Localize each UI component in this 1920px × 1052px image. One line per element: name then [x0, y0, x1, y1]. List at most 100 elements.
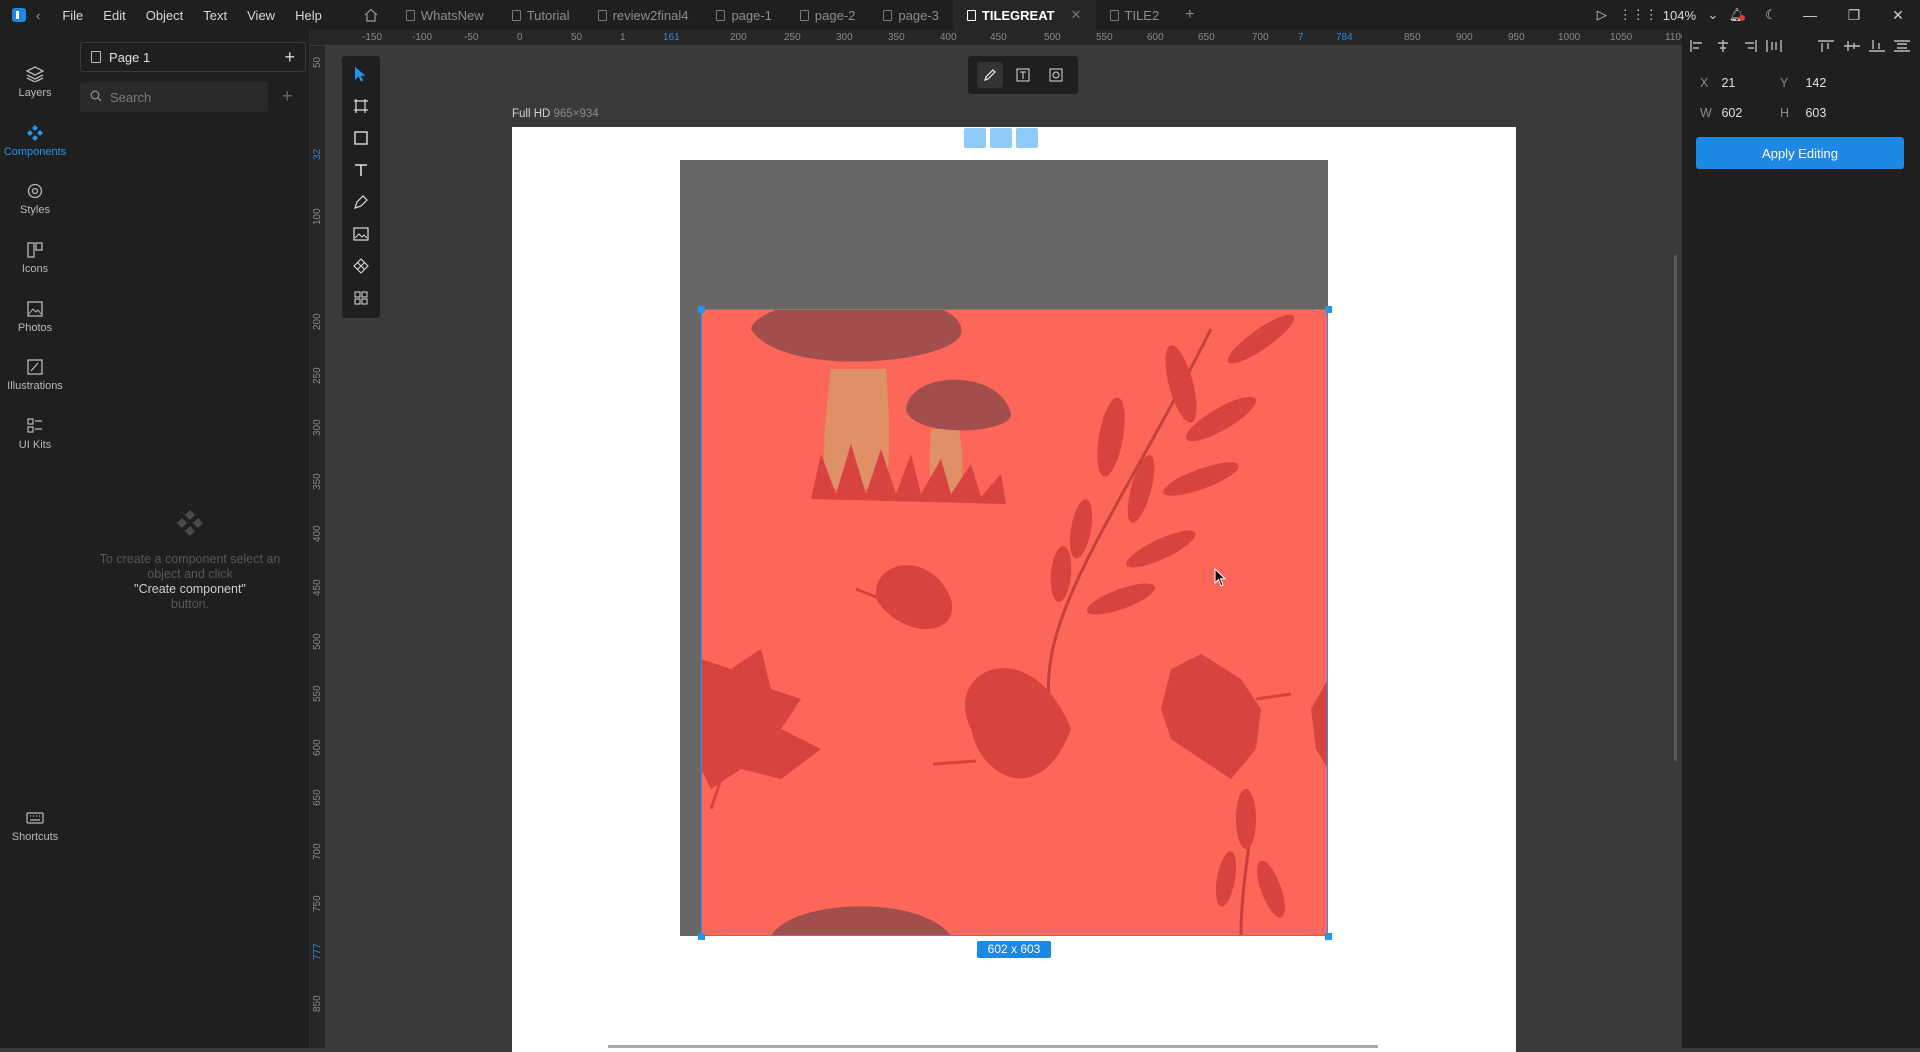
prop-x[interactable]: X 21 — [1700, 76, 1735, 90]
menu-text[interactable]: Text — [193, 8, 237, 23]
distribute-v-icon[interactable] — [1894, 40, 1910, 52]
nav-styles[interactable]: Styles — [0, 183, 70, 216]
text-frame-icon[interactable] — [1010, 62, 1036, 88]
file-icon — [966, 9, 976, 21]
nav-layers[interactable]: Layers — [0, 66, 70, 99]
align-left-icon[interactable] — [1690, 40, 1706, 52]
nav-components[interactable]: Components — [0, 125, 70, 158]
properties-panel: X 21 Y 142 W 602 H 603 Apply Editing — [1682, 30, 1920, 1048]
app-logo-icon[interactable] — [12, 8, 26, 22]
menu-help[interactable]: Help — [285, 8, 332, 23]
page-selector[interactable]: Page 1 + — [80, 42, 306, 72]
search-input[interactable] — [110, 89, 250, 105]
align-right-icon[interactable] — [1741, 40, 1757, 52]
ruler-left-tick: 700 — [312, 843, 323, 860]
components-panel: Page 1 + + To create a component select … — [70, 30, 310, 1048]
home-icon[interactable] — [350, 0, 392, 30]
align-center-h-icon[interactable] — [1715, 40, 1731, 52]
ruler-top-tick: -100 — [412, 32, 433, 43]
menu-file[interactable]: File — [52, 8, 93, 23]
tab-tile2[interactable]: TILE2 — [1096, 0, 1174, 30]
nav-shortcuts[interactable]: Shortcuts — [0, 810, 70, 843]
text-tool-icon[interactable] — [342, 154, 380, 186]
resize-handle-bl[interactable] — [698, 933, 705, 940]
add-page-icon[interactable]: + — [284, 47, 295, 68]
nav-ui-kits[interactable]: UI Kits — [0, 418, 70, 451]
resize-handle-br[interactable] — [1325, 933, 1332, 940]
edit-pencil-icon[interactable] — [977, 62, 1004, 88]
nav-label: Shortcuts — [11, 831, 59, 843]
ruler-left-tick: 650 — [312, 789, 323, 806]
crop-image-icon[interactable] — [1043, 62, 1069, 88]
prop-h-label: H — [1780, 106, 1790, 120]
align-bottom-icon[interactable] — [1868, 40, 1885, 52]
empty-text-3: button. — [170, 597, 210, 611]
nav-label: Styles — [20, 204, 50, 216]
notification-bell-icon[interactable]: 🔔︎ — [1720, 7, 1754, 23]
rectangle-tool-icon[interactable] — [342, 122, 380, 154]
align-top-icon[interactable] — [1818, 40, 1835, 52]
prop-w[interactable]: W 602 — [1700, 106, 1742, 120]
ruler-left-tick: 50 — [312, 56, 323, 68]
ruler-left-tick: 400 — [312, 525, 323, 542]
tab-close-icon[interactable]: ✕ — [1071, 7, 1082, 23]
image-tool-icon[interactable] — [342, 218, 380, 250]
menu-edit[interactable]: Edit — [93, 8, 135, 23]
zoom-chevron-down-icon[interactable]: ⌄ — [1706, 7, 1720, 23]
ruler-top-tick: 350 — [888, 32, 905, 43]
pen-tool-icon[interactable] — [342, 186, 380, 218]
prop-h-value[interactable]: 603 — [1805, 106, 1826, 120]
zoom-level[interactable]: 104% — [1653, 8, 1706, 23]
tab-page-1[interactable]: page-1 — [702, 0, 785, 30]
grid-menu-icon[interactable]: ⋮⋮⋮ — [1619, 7, 1658, 23]
prop-y-value[interactable]: 142 — [1805, 76, 1826, 90]
resize-handle-tl[interactable] — [698, 306, 705, 313]
add-tab-icon[interactable]: + — [1173, 6, 1206, 24]
select-tool-icon[interactable] — [342, 58, 380, 90]
align-middle-v-icon[interactable] — [1843, 40, 1860, 52]
frame-tool-icon[interactable] — [342, 90, 380, 122]
menu-object[interactable]: Object — [136, 8, 194, 23]
file-icon — [597, 9, 607, 21]
close-icon[interactable]: ✕ — [1876, 7, 1920, 24]
resize-handle-tr[interactable] — [1325, 306, 1332, 313]
add-quick-icon[interactable] — [964, 128, 986, 148]
component-tool-icon[interactable] — [342, 250, 380, 282]
menu-view[interactable]: View — [237, 8, 285, 23]
nav-illustrations[interactable]: Illustrations — [0, 359, 70, 392]
play-icon[interactable]: ▷ — [1585, 7, 1619, 23]
comment-quick-icon[interactable] — [990, 128, 1012, 148]
nav-icons[interactable]: Icons — [0, 242, 70, 275]
tab-tutorial[interactable]: Tutorial — [498, 0, 584, 30]
prop-y[interactable]: Y 142 — [1780, 76, 1826, 90]
distribute-h-icon[interactable] — [1766, 40, 1782, 52]
keyboard-icon — [26, 812, 44, 824]
vertical-scrollbar[interactable] — [1674, 255, 1677, 761]
tab-whatsnew[interactable]: WhatsNew — [392, 0, 498, 30]
dark-mode-moon-icon[interactable]: ☾ — [1754, 7, 1788, 23]
tab-tilegreat[interactable]: TILEGREAT ✕ — [952, 0, 1096, 30]
apply-editing-button[interactable]: Apply Editing — [1696, 137, 1904, 169]
tab-review2final4[interactable]: review2final4 — [584, 0, 703, 30]
ruler-left-tick: 300 — [312, 419, 323, 436]
tile-pattern-image[interactable] — [701, 297, 1328, 937]
ui-kits-icon — [27, 418, 42, 433]
back-chevron-icon[interactable]: ‹ — [36, 8, 40, 23]
ruler-left-tick: 350 — [312, 473, 323, 490]
tab-page-2[interactable]: page-2 — [786, 0, 869, 30]
nav-photos[interactable]: Photos — [0, 301, 70, 334]
tool-palette — [342, 56, 380, 318]
ruler-top-tick: 1000 — [1558, 32, 1581, 43]
prop-h[interactable]: H 603 — [1780, 106, 1826, 120]
prop-w-value[interactable]: 602 — [1721, 106, 1742, 120]
frame-label[interactable]: Full HD 965×934 — [512, 108, 599, 120]
prop-y-label: Y — [1780, 76, 1789, 90]
prop-x-value[interactable]: 21 — [1721, 76, 1735, 90]
add-component-icon[interactable]: + — [282, 86, 293, 107]
tab-label: review2final4 — [612, 7, 689, 23]
plugins-grid-icon[interactable] — [342, 282, 380, 314]
share-quick-icon[interactable] — [1016, 128, 1038, 148]
restore-icon[interactable]: ❐ — [1832, 7, 1876, 24]
minimize-icon[interactable]: — — [1788, 7, 1832, 23]
tab-page-3[interactable]: page-3 — [869, 0, 952, 30]
